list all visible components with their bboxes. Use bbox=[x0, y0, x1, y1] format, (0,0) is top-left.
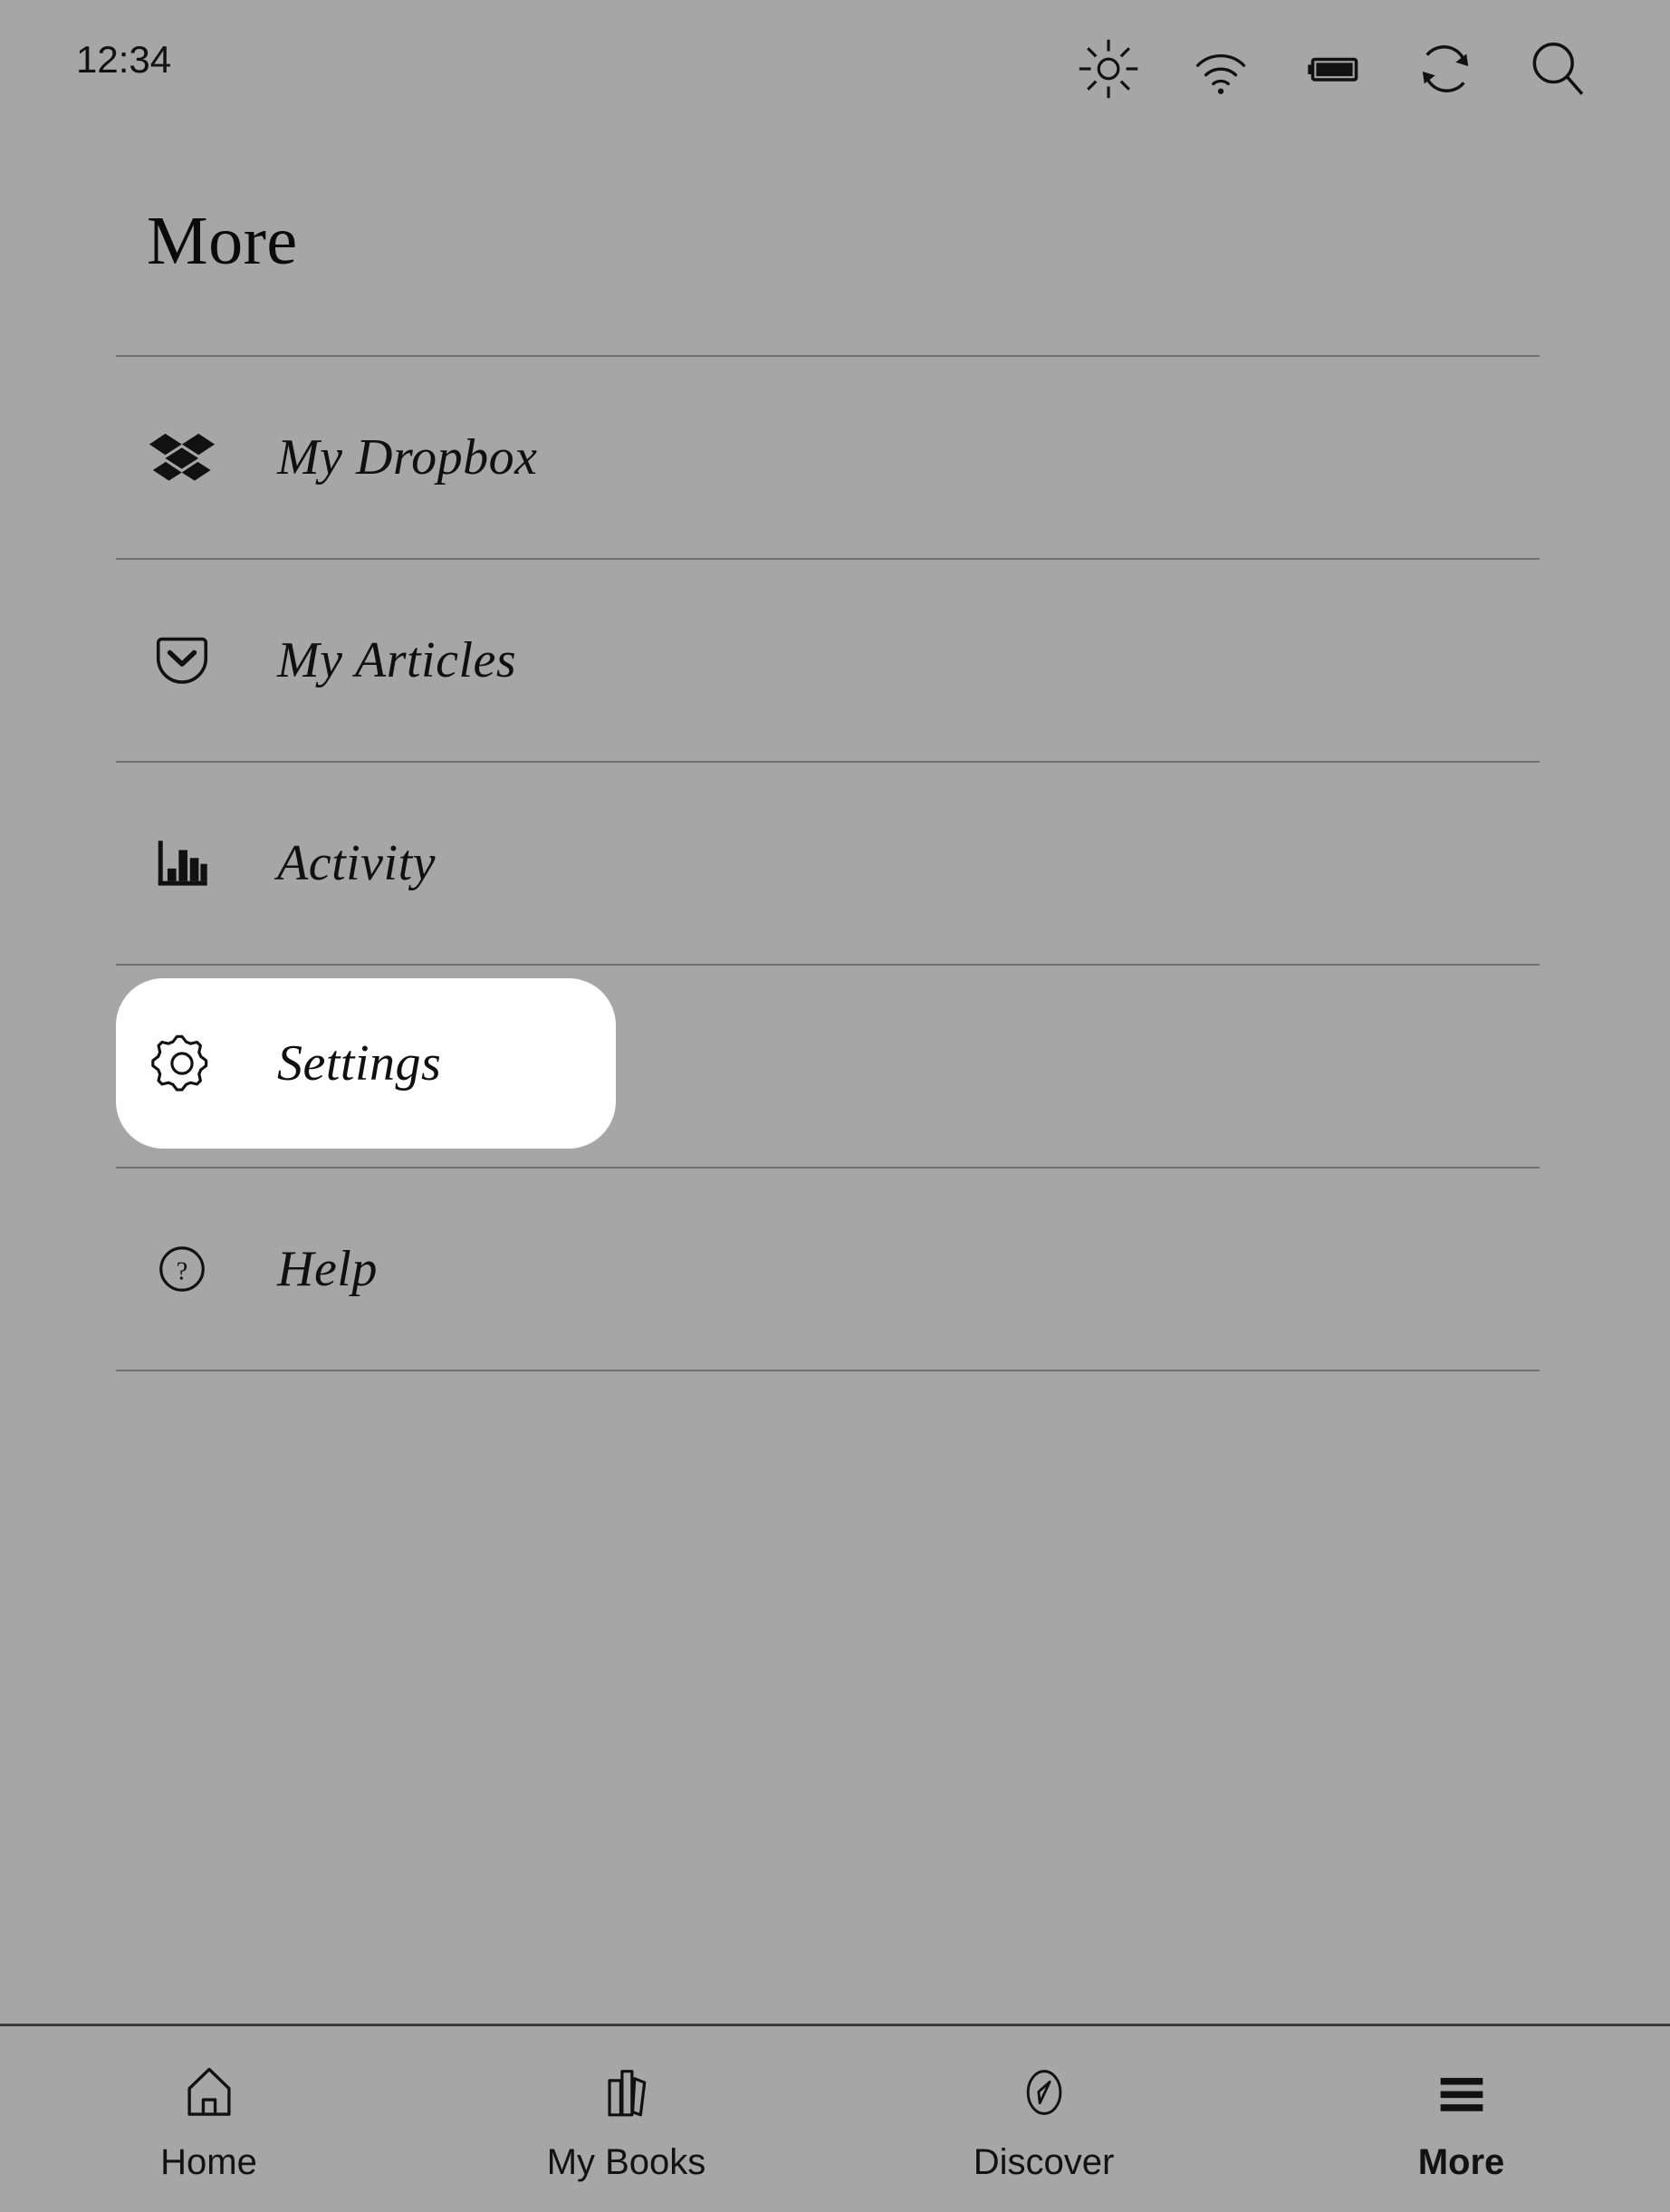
nav-tab-label: More bbox=[1418, 2142, 1505, 2183]
bar-chart-icon bbox=[147, 828, 217, 899]
svg-text:?: ? bbox=[177, 1257, 188, 1285]
battery-icon bbox=[1299, 34, 1368, 103]
menu-item-label: My Articles bbox=[277, 631, 516, 689]
page-title: More bbox=[147, 207, 298, 275]
nav-tab-label: Discover bbox=[974, 2142, 1115, 2183]
menu-item-label: Help bbox=[277, 1240, 378, 1298]
menu-item-settings[interactable]: Settings bbox=[116, 978, 616, 1149]
menu-item-activity[interactable]: Activity bbox=[116, 763, 1540, 964]
status-icon-group bbox=[1074, 34, 1592, 103]
gear-icon bbox=[147, 1028, 217, 1099]
list-divider bbox=[116, 1370, 1540, 1371]
wifi-icon[interactable] bbox=[1186, 34, 1255, 103]
nav-tab-discover[interactable]: Discover bbox=[835, 2026, 1252, 2183]
sync-icon[interactable] bbox=[1411, 34, 1480, 103]
nav-tab-label: Home bbox=[160, 2142, 257, 2183]
menu-item-label: Activity bbox=[277, 834, 436, 892]
list-divider bbox=[116, 964, 1540, 966]
hamburger-menu-icon bbox=[1430, 2059, 1493, 2126]
menu-item-label: Settings bbox=[277, 1034, 441, 1092]
nav-tab-home[interactable]: Home bbox=[0, 2026, 418, 2183]
nav-tab-more[interactable]: More bbox=[1252, 2026, 1670, 2183]
dropbox-icon bbox=[147, 422, 217, 493]
status-clock: 12:34 bbox=[76, 38, 171, 82]
question-circle-icon: ? bbox=[147, 1234, 217, 1304]
menu-item-my-dropbox[interactable]: My Dropbox bbox=[116, 357, 1540, 558]
brightness-icon[interactable] bbox=[1074, 34, 1143, 103]
menu-item-label: My Dropbox bbox=[277, 428, 538, 486]
search-icon[interactable] bbox=[1523, 34, 1592, 103]
menu-item-help[interactable]: ? Help bbox=[116, 1169, 1540, 1370]
e-reader-screen: 12:34 bbox=[0, 0, 1670, 2212]
nav-tab-my-books[interactable]: My Books bbox=[418, 2026, 835, 2183]
pocket-icon bbox=[147, 625, 217, 696]
status-bar: 12:34 bbox=[0, 0, 1670, 134]
bottom-navigation-bar: Home My Books Disco bbox=[0, 2024, 1670, 2212]
compass-icon bbox=[1014, 2059, 1074, 2126]
more-menu-list: My Dropbox My Articles bbox=[116, 355, 1540, 1371]
menu-item-my-articles[interactable]: My Articles bbox=[116, 560, 1540, 761]
home-icon bbox=[178, 2059, 241, 2126]
nav-tab-label: My Books bbox=[547, 2142, 706, 2183]
books-icon bbox=[595, 2059, 658, 2126]
